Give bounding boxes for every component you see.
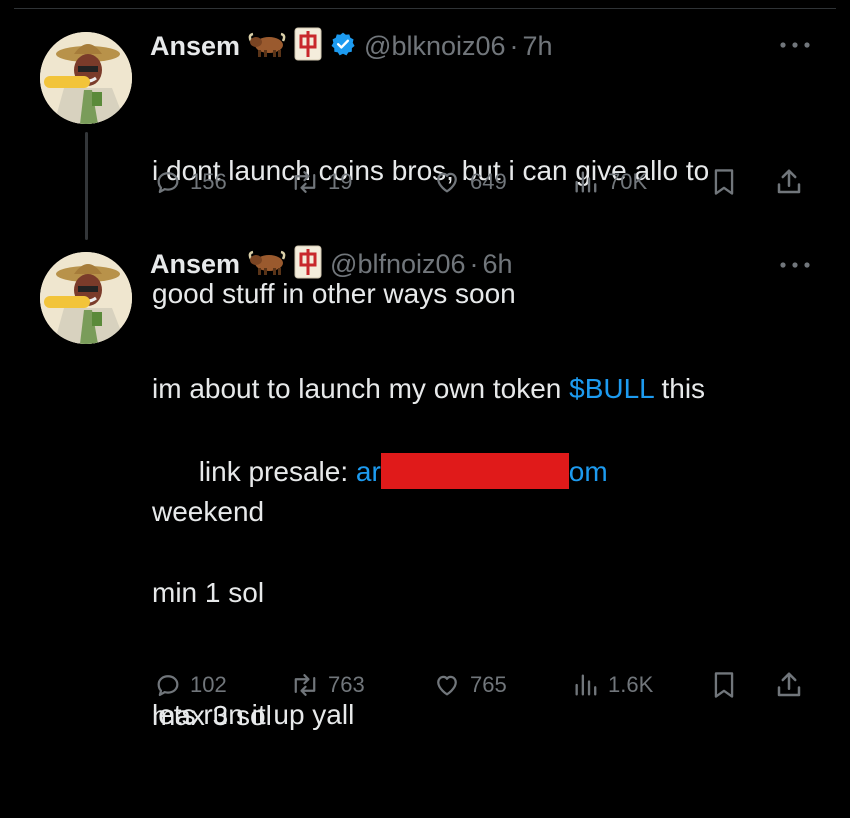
retweet-icon	[294, 171, 316, 193]
tweet-thread: Ansem @blknoiz06 · 7h i dont launch coin…	[4, 0, 846, 735]
reply-icon	[157, 172, 179, 194]
share-button[interactable]	[774, 164, 804, 200]
separator-dot: ·	[509, 30, 519, 61]
reply-count: 156	[190, 169, 227, 194]
heart-icon	[437, 675, 457, 696]
presale-link-end[interactable]: om	[569, 456, 608, 487]
more-options-icon[interactable]	[778, 258, 812, 272]
avatar-illustration-icon	[40, 252, 132, 344]
views-button[interactable]: 1.6K	[572, 667, 653, 703]
share-icon	[777, 672, 801, 697]
min-line: min 1 sol	[152, 577, 265, 608]
retweet-button[interactable]: 763	[290, 667, 365, 703]
mahjong-red-dragon-icon	[294, 27, 322, 66]
display-name[interactable]: Ansem	[150, 31, 240, 62]
bookmark-icon	[714, 169, 734, 195]
share-button[interactable]	[774, 667, 804, 703]
like-button[interactable]: 765	[432, 667, 507, 703]
ox-emoji-icon	[248, 249, 286, 280]
text-segment: this	[653, 373, 706, 404]
tweet-text-line: im about to launch my own token $BULL th…	[152, 368, 812, 409]
timestamp[interactable]: 6h	[483, 249, 513, 280]
heart-icon	[437, 172, 457, 193]
text-segment: im about to launch my own token	[152, 373, 570, 404]
cashtag-link[interactable]: $BULL	[569, 373, 654, 404]
retweet-icon	[294, 674, 316, 696]
like-button[interactable]: 649	[432, 164, 507, 200]
view-count: 1.6K	[608, 672, 654, 697]
mahjong-red-dragon-icon	[294, 245, 322, 284]
verified-badge-icon	[330, 31, 356, 62]
redaction-bar	[380, 453, 569, 489]
reply-button[interactable]: 102	[154, 667, 227, 703]
like-count: 649	[470, 169, 507, 194]
user-handle[interactable]: @blfnoiz06	[330, 249, 466, 280]
tweet-text-closing: lets run it up yall	[152, 612, 812, 817]
retweet-count: 763	[328, 672, 365, 697]
display-name[interactable]: Ansem	[150, 249, 240, 280]
bookmark-button[interactable]	[710, 667, 738, 703]
reply-icon	[157, 675, 179, 697]
avatar[interactable]	[40, 32, 132, 124]
action-bar: 156 19 649 70K	[150, 164, 820, 200]
share-icon	[777, 169, 801, 194]
avatar[interactable]	[40, 252, 132, 344]
views-button[interactable]: 70K	[572, 164, 647, 200]
bookmark-icon	[714, 672, 734, 698]
separator-dot: ·	[469, 248, 479, 279]
like-count: 765	[470, 672, 507, 697]
thread-connector	[85, 132, 88, 240]
timestamp[interactable]: 7h	[523, 31, 553, 62]
more-options-icon[interactable]	[778, 38, 812, 52]
retweet-button[interactable]: 19	[290, 164, 352, 200]
avatar-illustration-icon	[40, 32, 132, 124]
presale-link-start[interactable]: ar	[356, 456, 381, 487]
retweet-count: 19	[328, 169, 353, 194]
bookmark-button[interactable]	[710, 164, 738, 200]
presale-label: link presale:	[198, 456, 356, 487]
reply-count: 102	[190, 672, 227, 697]
reply-button[interactable]: 156	[154, 164, 227, 200]
user-handle[interactable]: @blknoiz06	[364, 31, 506, 62]
tweet-header: Ansem @blknoiz06 · 7h	[150, 27, 553, 66]
tweet-header: Ansem @blfnoiz06 · 6h	[150, 245, 513, 284]
view-count: 70K	[608, 169, 648, 194]
top-divider	[14, 8, 836, 9]
views-chart-icon	[575, 171, 597, 193]
action-bar: 102 763 765 1.6K	[150, 667, 820, 703]
views-chart-icon	[575, 674, 597, 696]
ox-emoji-icon	[248, 31, 286, 62]
